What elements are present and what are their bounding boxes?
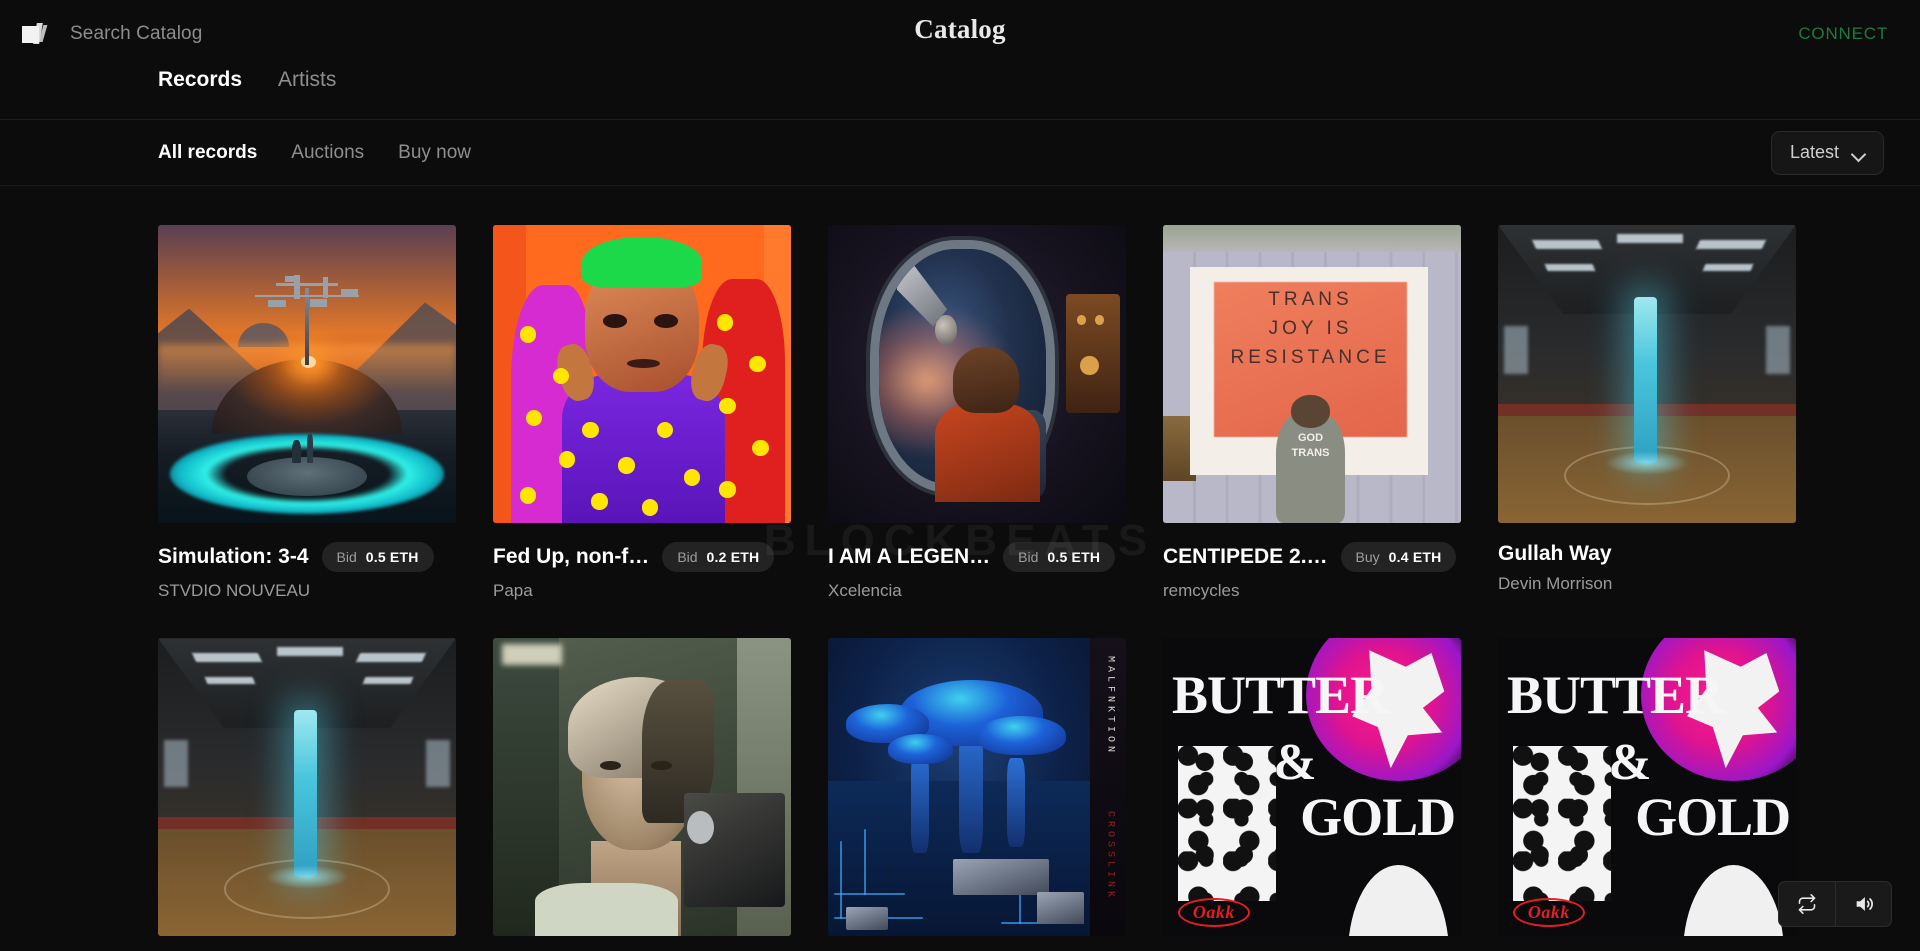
filter-bar: All records Auctions Buy now Latest bbox=[0, 120, 1920, 186]
record-meta: Simulation: 3-4 Bid 0.5 ETH bbox=[158, 542, 456, 572]
record-title: CENTIPEDE 2.… bbox=[1163, 545, 1328, 569]
badge-price: 0.4 ETH bbox=[1388, 549, 1442, 565]
record-card[interactable] bbox=[158, 638, 456, 937]
record-card[interactable]: Fed Up, non-f… Bid 0.2 ETH Papa bbox=[493, 225, 791, 601]
filter-group: All records Auctions Buy now bbox=[158, 142, 471, 164]
record-title: Fed Up, non-f… bbox=[493, 545, 650, 569]
record-artist[interactable]: Xcelencia bbox=[828, 581, 1126, 601]
record-card[interactable]: MALFNKTION CROSSLINK bbox=[828, 638, 1126, 937]
badge-kind: Bid bbox=[677, 549, 698, 565]
record-artwork[interactable]: BUTTER & GOLD Oakk bbox=[1498, 638, 1796, 937]
volume-button[interactable] bbox=[1835, 882, 1891, 926]
badge-kind: Buy bbox=[1355, 549, 1380, 565]
record-artwork[interactable]: TRANS JOY IS RESISTANCE GOD TRANS bbox=[1163, 225, 1461, 523]
connect-button[interactable]: CONNECT bbox=[1798, 24, 1888, 44]
record-artwork[interactable]: MALFNKTION CROSSLINK bbox=[828, 638, 1126, 937]
artwork-word-2: & bbox=[1273, 733, 1316, 791]
record-meta: Fed Up, non-f… Bid 0.2 ETH bbox=[493, 542, 791, 572]
badge-price: 0.5 ETH bbox=[1047, 549, 1101, 565]
record-artwork[interactable]: BUTTER & GOLD Oakk bbox=[1163, 638, 1461, 937]
filter-auctions[interactable]: Auctions bbox=[291, 142, 364, 164]
artwork-word-2: & bbox=[1608, 733, 1651, 791]
filter-buy-now[interactable]: Buy now bbox=[398, 142, 471, 164]
record-artist[interactable]: STVDIO NOUVEAU bbox=[158, 581, 456, 601]
badge-price: 0.5 ETH bbox=[365, 549, 419, 565]
record-artwork[interactable] bbox=[158, 638, 456, 937]
artwork-shirt-text: GOD TRANS bbox=[1291, 431, 1330, 459]
artwork-label-bottom: CROSSLINK bbox=[1104, 811, 1116, 902]
record-price-badge[interactable]: Bid 0.5 ETH bbox=[321, 542, 434, 572]
record-card[interactable]: BUTTER & GOLD Oakk bbox=[1163, 638, 1461, 937]
artwork-word-3: GOLD bbox=[1635, 787, 1791, 848]
record-artist[interactable]: Devin Morrison bbox=[1498, 574, 1796, 594]
record-artist[interactable]: remcycles bbox=[1163, 581, 1461, 601]
record-price-badge[interactable]: Bid 0.2 ETH bbox=[662, 542, 775, 572]
artwork-banner-text: TRANS JOY IS RESISTANCE bbox=[1230, 288, 1391, 369]
badge-kind: Bid bbox=[336, 549, 357, 565]
repeat-icon bbox=[1798, 894, 1816, 914]
record-meta: I AM A LEGEN… Bid 0.5 ETH bbox=[828, 542, 1126, 572]
nav-tab-artists[interactable]: Artists bbox=[278, 68, 336, 92]
record-card[interactable]: I AM A LEGEN… Bid 0.5 ETH Xcelencia bbox=[828, 225, 1126, 601]
record-artwork[interactable] bbox=[158, 225, 456, 523]
record-card[interactable]: TRANS JOY IS RESISTANCE GOD TRANS CENTIP… bbox=[1163, 225, 1461, 601]
record-artwork[interactable] bbox=[493, 638, 791, 937]
artwork-word-1: BUTTER bbox=[1171, 665, 1389, 726]
record-title: I AM A LEGEN… bbox=[828, 545, 991, 569]
artwork-word-1: BUTTER bbox=[1506, 665, 1724, 726]
record-artwork[interactable] bbox=[828, 225, 1126, 523]
filter-all-records[interactable]: All records bbox=[158, 142, 257, 164]
search-input[interactable] bbox=[70, 23, 410, 45]
top-bar: Catalog CONNECT bbox=[0, 0, 1920, 68]
record-card[interactable]: Gullah Way Devin Morrison bbox=[1498, 225, 1796, 601]
record-artist[interactable]: Papa bbox=[493, 581, 791, 601]
badge-price: 0.2 ETH bbox=[706, 549, 760, 565]
artwork-word-3: GOLD bbox=[1300, 787, 1456, 848]
repeat-button[interactable] bbox=[1779, 882, 1835, 926]
record-meta: CENTIPEDE 2.… Buy 0.4 ETH bbox=[1163, 542, 1461, 572]
catalog-logo-icon[interactable] bbox=[22, 21, 52, 47]
record-artwork[interactable] bbox=[1498, 225, 1796, 523]
record-title: Gullah Way bbox=[1498, 542, 1612, 565]
record-card[interactable]: Simulation: 3-4 Bid 0.5 ETH STVDIO NOUVE… bbox=[158, 225, 456, 601]
record-price-badge[interactable]: Bid 0.5 ETH bbox=[1003, 542, 1116, 572]
chevron-down-icon bbox=[1853, 149, 1865, 156]
record-card[interactable] bbox=[493, 638, 791, 937]
record-price-badge[interactable]: Buy 0.4 ETH bbox=[1340, 542, 1457, 572]
record-artwork[interactable] bbox=[493, 225, 791, 523]
record-meta: Gullah Way bbox=[1498, 542, 1796, 565]
sort-value: Latest bbox=[1789, 142, 1839, 162]
nav-tab-records[interactable]: Records bbox=[158, 68, 242, 92]
artwork-label-top: MALFNKTION bbox=[1104, 656, 1116, 757]
badge-kind: Bid bbox=[1018, 549, 1039, 565]
record-card[interactable]: BUTTER & GOLD Oakk bbox=[1498, 638, 1796, 937]
records-grid: Simulation: 3-4 Bid 0.5 ETH STVDIO NOUVE… bbox=[0, 186, 1920, 937]
primary-nav: Records Artists bbox=[0, 68, 1920, 120]
volume-icon bbox=[1856, 897, 1873, 911]
sort-dropdown[interactable]: Latest bbox=[1770, 130, 1884, 175]
player-controls bbox=[1778, 881, 1892, 927]
record-title: Simulation: 3-4 bbox=[158, 545, 309, 569]
